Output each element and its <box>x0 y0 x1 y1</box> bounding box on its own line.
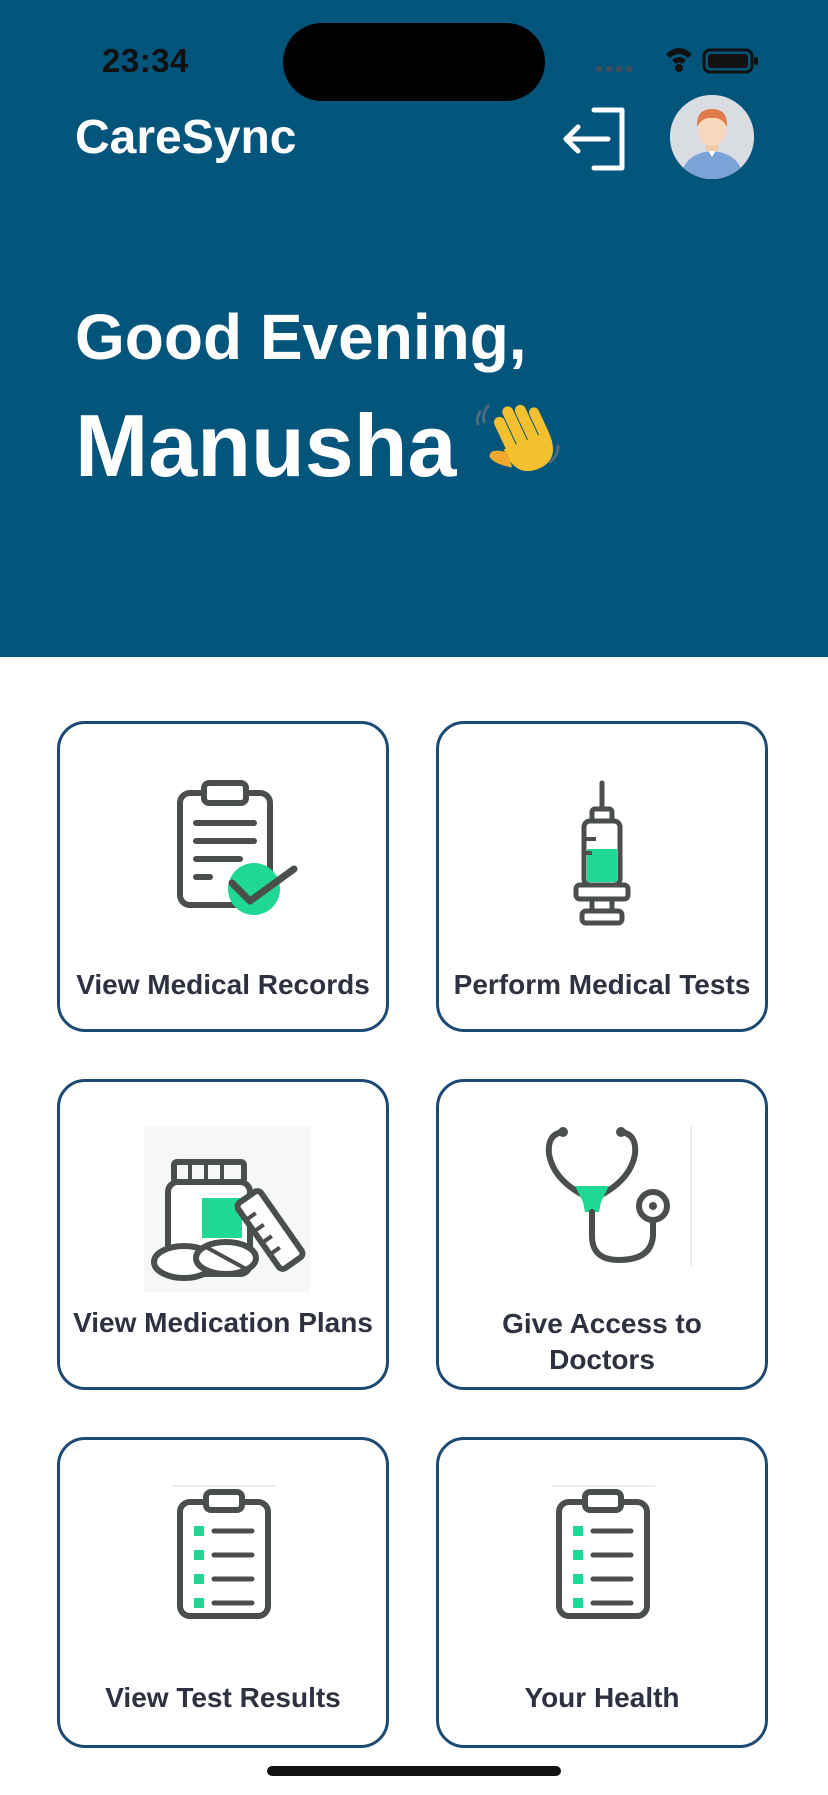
greeting-text: Good Evening, <box>75 301 527 373</box>
stethoscope-icon <box>545 1126 692 1266</box>
cellular-signal-icon <box>596 66 632 72</box>
card-label: View Test Results <box>105 1682 341 1713</box>
card-label: Give Access to Doctors <box>502 1308 702 1375</box>
clipboard-check-icon <box>177 780 298 915</box>
card-view-test-results[interactable]: View Test Results <box>57 1437 389 1748</box>
status-icons <box>596 48 758 74</box>
logout-button[interactable] <box>560 104 630 174</box>
checklist-icon <box>551 1485 655 1619</box>
card-view-medication-plans[interactable]: View Medication Plans <box>57 1079 389 1390</box>
home-indicator[interactable] <box>267 1766 561 1776</box>
header: 23:34 CareSync Good Evening, Manusha <box>0 0 828 657</box>
app-title: CareSync <box>75 111 297 164</box>
syringe-icon <box>573 780 631 926</box>
waving-hand-icon <box>476 404 560 472</box>
card-your-health[interactable]: Your Health <box>436 1437 768 1748</box>
card-perform-medical-tests[interactable]: Perform Medical Tests <box>436 721 768 1032</box>
wifi-icon <box>666 48 692 72</box>
status-time: 23:34 <box>102 42 189 79</box>
card-label: Perform Medical Tests <box>453 969 751 1000</box>
checklist-icon <box>172 1485 276 1619</box>
battery-icon <box>702 48 758 74</box>
card-label: View Medication Plans <box>73 1307 373 1338</box>
card-label: Your Health <box>524 1682 680 1713</box>
profile-avatar[interactable] <box>670 95 754 179</box>
user-name-line: Manusha <box>75 392 564 497</box>
user-avatar-icon <box>670 95 754 179</box>
medication-icon <box>144 1126 310 1292</box>
card-view-medical-records[interactable]: View Medical Records <box>57 721 389 1032</box>
dynamic-island <box>283 23 545 101</box>
card-give-access-to-doctors[interactable]: Give Access to Doctors <box>436 1079 768 1390</box>
user-name: Manusha <box>75 396 457 495</box>
card-label: View Medical Records <box>76 969 370 1000</box>
logout-icon <box>563 107 625 171</box>
